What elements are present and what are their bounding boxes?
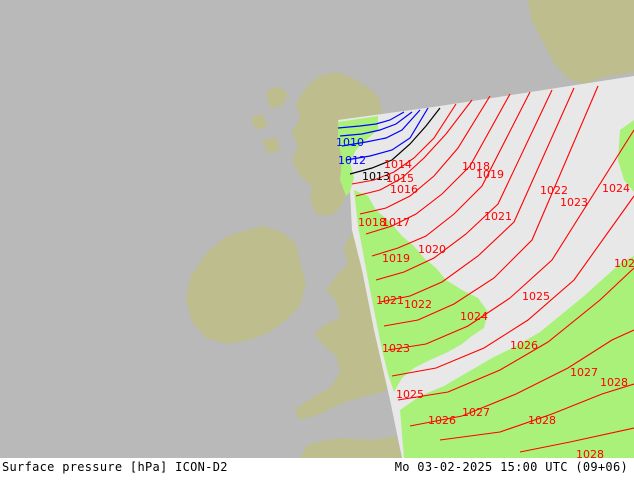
isobar-label: 1020 [418, 243, 446, 256]
map-title: Surface pressure [hPa] ICON-D2 [2, 460, 228, 474]
isobar-label: 1017 [382, 216, 410, 229]
isobar-label: 1024 [460, 310, 488, 323]
isobar-label: 102 [614, 257, 634, 270]
isobar-label: 1019 [382, 252, 410, 265]
isobar-label: 1023 [382, 342, 410, 355]
isobar-label: 1014 [384, 158, 412, 171]
isobar-label: 1025 [396, 388, 424, 401]
isobar-label: 1025 [522, 290, 550, 303]
isobar-label: 1027 [570, 366, 598, 379]
isobar-label: 1010 [336, 136, 364, 149]
map-svg: 1010 1012 1013 1014 1015 1016 1017 1018 … [0, 0, 634, 461]
isobar-label: 1026 [428, 414, 456, 427]
isobar-label: 1021 [376, 294, 404, 307]
isobar-label: 1024 [602, 182, 630, 195]
pressure-map: 1010 1012 1013 1014 1015 1016 1017 1018 … [0, 0, 634, 461]
map-footer: Surface pressure [hPa] ICON-D2 Mo 03-02-… [0, 458, 634, 490]
isobar-label: 1022 [404, 298, 432, 311]
map-timestamp: Mo 03-02-2025 15:00 UTC (09+06) [394, 460, 628, 474]
isobar-label: 1016 [390, 183, 418, 196]
isobar-label: 1027 [462, 406, 490, 419]
isobar-label: 1018 [358, 216, 386, 229]
isobar-label: 1023 [560, 196, 588, 209]
isobar-label: 1026 [510, 339, 538, 352]
isobar-label: 1019 [476, 168, 504, 181]
isobar-label: 1028 [600, 376, 628, 389]
isobar-label: 1028 [528, 414, 556, 427]
isobar-label: 1028 [576, 448, 604, 458]
isobar-label: 1021 [484, 210, 512, 223]
isobar-label: 1012 [338, 154, 366, 167]
